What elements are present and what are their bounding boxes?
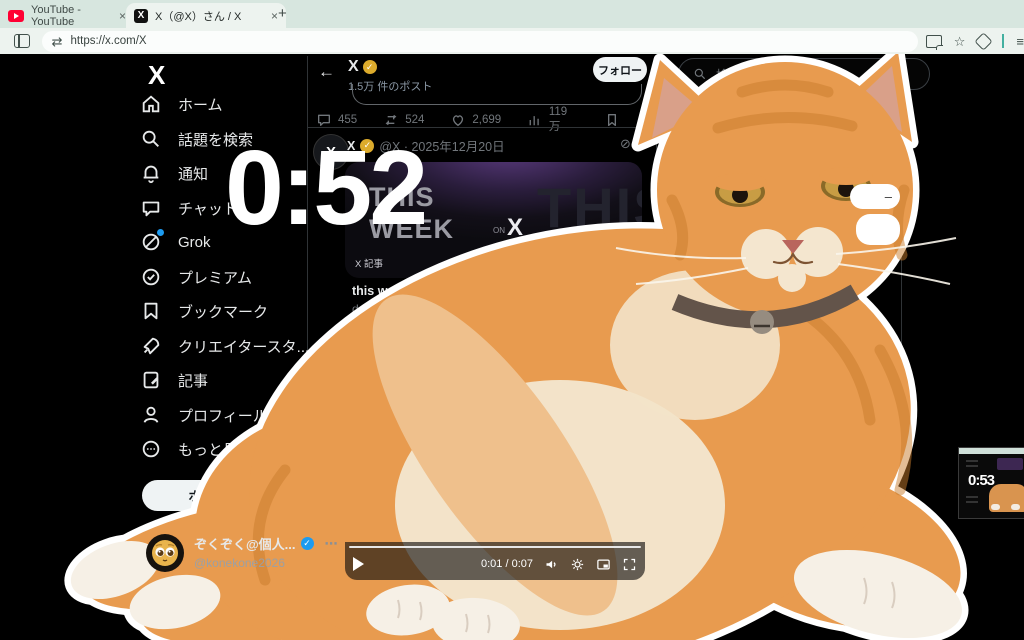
fullscreen-icon[interactable] xyxy=(622,557,637,572)
pip-detail xyxy=(966,496,978,498)
browser-chrome: YouTube - YouTube × X X（@X）さん / X × + ⇄ … xyxy=(0,0,1024,56)
pip-detail xyxy=(966,465,978,467)
pip-browser-bar xyxy=(959,448,1024,454)
video-caption: ぞくぞく@個人... ✓ ⋯ @konekone2026 xyxy=(146,534,338,572)
pip-icon[interactable] xyxy=(596,557,611,572)
caption-avatar[interactable] xyxy=(146,534,184,572)
address-toolbar: ⇄ https://x.com/X ☆ ≡ xyxy=(0,28,1024,54)
cast-icon[interactable] xyxy=(926,35,942,48)
pip-timer: 0:53 xyxy=(968,472,994,489)
pleading-face-emoji-icon xyxy=(150,538,180,568)
address-bar[interactable]: ⇄ https://x.com/X xyxy=(42,31,918,52)
tab-x[interactable]: X X（@X）さん / X × xyxy=(126,3,286,28)
side-pill-button[interactable] xyxy=(856,214,900,245)
pip-detail xyxy=(966,460,978,462)
pip-window[interactable]: 0:53 xyxy=(958,447,1024,519)
caption-name: ぞくぞく@個人... xyxy=(194,534,296,553)
tab-close-icon[interactable]: × xyxy=(271,10,278,22)
pip-cat-thumb xyxy=(989,484,1024,512)
extensions-icon[interactable] xyxy=(975,32,993,50)
tab-strip: YouTube - YouTube × X X（@X）さん / X × + xyxy=(0,0,1024,28)
caption-user[interactable]: ぞくぞく@個人... ✓ ⋯ @konekone2026 xyxy=(194,534,338,570)
video-time: 0:01 / 0:07 xyxy=(481,558,533,570)
swap-tabs-icon[interactable]: ⇄ xyxy=(52,35,63,48)
minimize-pill-button[interactable]: – xyxy=(850,184,900,209)
side-panel-icon[interactable] xyxy=(14,34,30,48)
menu-icon[interactable]: ≡ xyxy=(1016,35,1024,48)
play-button[interactable] xyxy=(353,557,364,571)
tab-youtube[interactable]: YouTube - YouTube × xyxy=(0,3,134,28)
pip-paw xyxy=(991,504,1000,510)
tab-youtube-title: YouTube - YouTube xyxy=(31,4,112,28)
toolbar-actions: ☆ ≡ xyxy=(926,34,1024,48)
more-dots-icon[interactable]: ⋯ xyxy=(325,536,338,552)
video-controls: 0:01 / 0:07 xyxy=(345,542,645,580)
tab-x-title: X（@X）さん / X xyxy=(155,8,241,24)
x-favicon-icon: X xyxy=(134,9,148,23)
volume-icon[interactable] xyxy=(544,557,559,572)
blue-verified-icon: ✓ xyxy=(301,537,314,550)
caption-handle: @konekone2026 xyxy=(194,556,338,570)
screen: YouTube - YouTube × X X（@X）さん / X × + ⇄ … xyxy=(0,0,1024,640)
tab-close-icon[interactable]: × xyxy=(119,10,126,22)
settings-gear-icon[interactable] xyxy=(570,557,585,572)
pip-banner-thumb xyxy=(997,458,1023,470)
pip-detail xyxy=(966,501,978,503)
url-text: https://x.com/X xyxy=(71,35,147,47)
new-tab-button[interactable]: + xyxy=(278,5,287,22)
pip-paw xyxy=(1011,504,1020,510)
bookmark-star-icon[interactable]: ☆ xyxy=(954,35,966,48)
youtube-favicon-icon xyxy=(8,10,24,22)
profile-indicator xyxy=(1002,34,1004,48)
video-progress-bar[interactable] xyxy=(349,546,641,548)
